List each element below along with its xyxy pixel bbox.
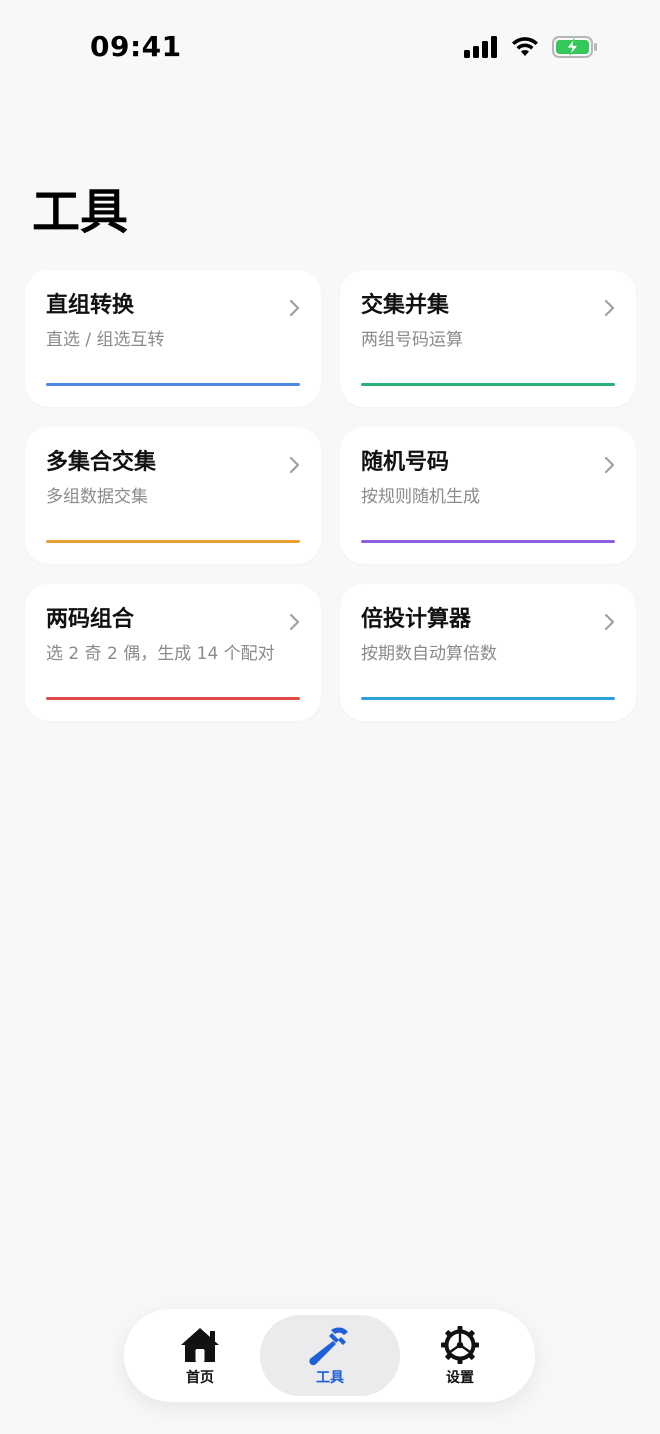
chevron-right-icon (604, 612, 616, 636)
tab-tools[interactable]: 工具 (260, 1315, 400, 1396)
battery-charging-icon (552, 36, 598, 58)
tool-card-direct-group-convert[interactable]: 直组转换 直选 / 组选互转 (25, 270, 321, 407)
chevron-right-icon (604, 455, 616, 479)
chevron-right-icon (289, 612, 301, 636)
page-title: 工具 (32, 184, 129, 240)
tab-label: 设置 (446, 1370, 474, 1386)
chevron-right-icon (289, 455, 301, 479)
tool-card-title: 两码组合 (46, 607, 135, 632)
tool-card-accent-bar (46, 697, 300, 700)
gear-icon (440, 1325, 480, 1365)
chevron-right-icon (289, 298, 301, 322)
tool-card-accent-bar (46, 540, 300, 543)
hammer-icon (308, 1325, 352, 1366)
tool-card-random-numbers[interactable]: 随机号码 按规则随机生成 (340, 427, 636, 564)
tool-card-title: 随机号码 (361, 450, 450, 475)
tool-card-description: 多组数据交集 (46, 487, 148, 507)
tool-card-title: 多集合交集 (46, 450, 157, 475)
tab-label: 首页 (186, 1370, 214, 1386)
tool-card-title: 倍投计算器 (361, 607, 472, 632)
tool-grid: 直组转换 直选 / 组选互转 交集并集 两组号码运算 多集合交集 多组数据交集 … (25, 270, 636, 721)
tool-card-multiplier-calculator[interactable]: 倍投计算器 按期数自动算倍数 (340, 584, 636, 721)
tool-card-description: 按期数自动算倍数 (361, 644, 497, 664)
tool-card-two-code-combination[interactable]: 两码组合 选 2 奇 2 偶，生成 14 个配对 (25, 584, 321, 721)
tab-label: 工具 (316, 1370, 344, 1386)
tool-card-description: 按规则随机生成 (361, 487, 480, 507)
tool-card-title: 直组转换 (46, 293, 135, 318)
tab-home[interactable]: 首页 (130, 1315, 270, 1396)
tool-card-accent-bar (361, 540, 615, 543)
chevron-right-icon (604, 298, 616, 322)
tool-card-description: 直选 / 组选互转 (46, 330, 165, 350)
tool-card-description: 两组号码运算 (361, 330, 463, 350)
house-icon (179, 1325, 221, 1365)
cellular-signal-icon (464, 36, 498, 58)
wifi-icon (510, 36, 540, 58)
tool-card-accent-bar (361, 697, 615, 700)
tool-card-intersection-union[interactable]: 交集并集 两组号码运算 (340, 270, 636, 407)
status-time: 09:41 (90, 30, 182, 63)
tool-card-title: 交集并集 (361, 293, 450, 318)
status-icons (464, 36, 598, 58)
tool-card-accent-bar (46, 383, 300, 386)
tool-card-multi-set-intersection[interactable]: 多集合交集 多组数据交集 (25, 427, 321, 564)
tab-settings[interactable]: 设置 (390, 1315, 530, 1396)
status-bar: 09:41 (0, 0, 660, 96)
tool-card-accent-bar (361, 383, 615, 386)
tab-bar: 首页 工具 设置 (124, 1309, 535, 1402)
tool-card-description: 选 2 奇 2 偶，生成 14 个配对 (46, 644, 275, 664)
